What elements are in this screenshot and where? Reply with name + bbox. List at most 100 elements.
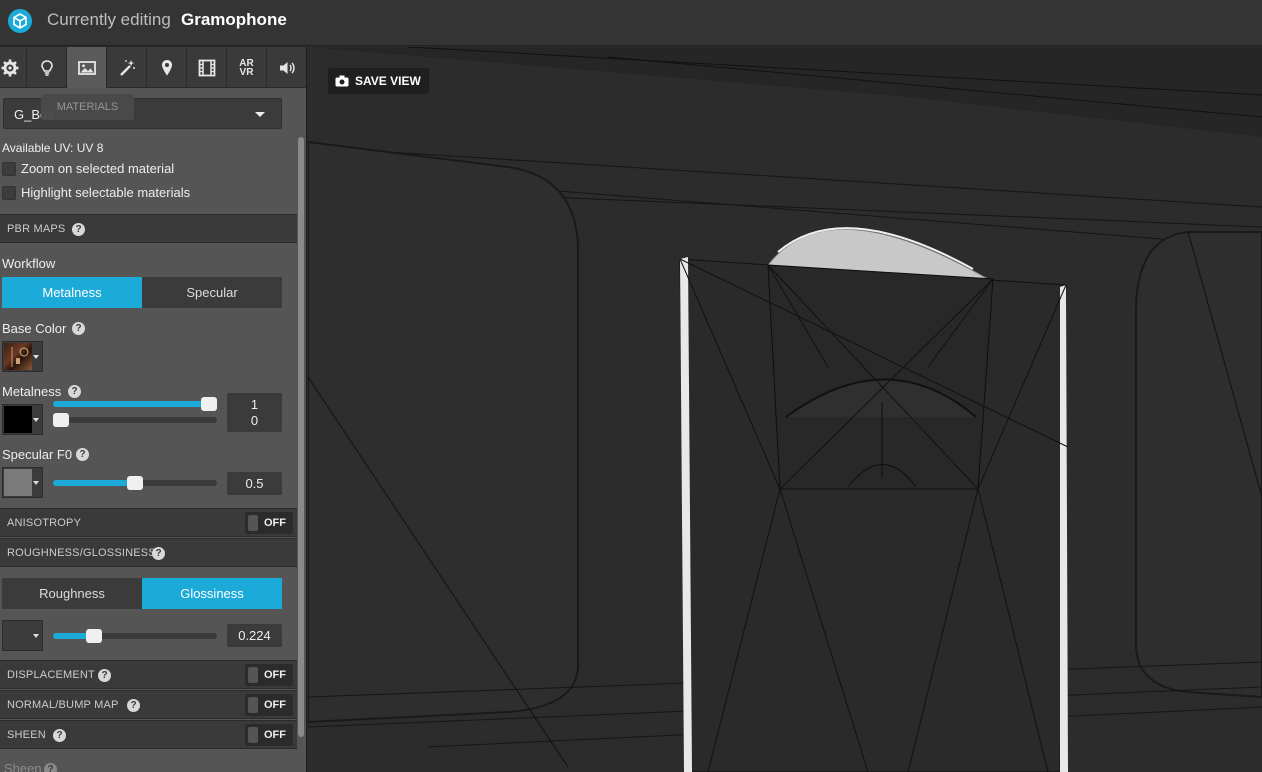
toggle-state: OFF — [264, 699, 286, 711]
lightbulb-icon — [40, 59, 53, 76]
dropdown-caret-icon — [33, 418, 39, 422]
camera-icon — [335, 75, 349, 87]
normal-bump-label: NORMAL/BUMP MAP — [7, 699, 119, 711]
toggle-knob — [248, 727, 258, 743]
metalness-slider-handle[interactable] — [53, 413, 69, 427]
chevron-down-icon — [255, 112, 265, 117]
tab-lighting[interactable] — [27, 47, 67, 88]
magic-wand-icon — [119, 59, 135, 76]
workflow-specular-button[interactable]: Specular — [142, 277, 282, 308]
roughness-button[interactable]: Roughness — [2, 578, 142, 609]
sheen-label: SHEEN — [7, 729, 46, 741]
specular-f0-swatch[interactable] — [2, 467, 43, 498]
dropdown-caret-icon — [33, 481, 39, 485]
sidebar-scrollbar[interactable] — [298, 137, 304, 737]
roughness-glossiness-section[interactable]: ROUGHNESS/GLOSSINESS ? — [0, 538, 297, 567]
editor-tabs: AR VR — [0, 47, 306, 88]
help-icon[interactable]: ? — [53, 729, 66, 742]
base-color-slider-handle[interactable] — [201, 397, 217, 411]
sheen-section[interactable]: SHEEN ? OFF — [0, 720, 297, 749]
tab-settings[interactable] — [0, 47, 27, 88]
save-view-label: SAVE VIEW — [355, 74, 421, 88]
tab-ar-vr[interactable]: AR VR — [227, 47, 267, 88]
help-icon[interactable]: ? — [68, 385, 81, 398]
toggle-knob — [248, 515, 258, 531]
pbr-maps-section[interactable]: PBR MAPS ? — [0, 214, 297, 243]
metalness-swatch[interactable] — [2, 404, 43, 435]
specular-f0-slider[interactable] — [53, 476, 217, 490]
displacement-label: DISPLACEMENT — [7, 669, 95, 681]
toggle-knob — [248, 667, 258, 683]
top-bar: Currently editing Gramophone — [0, 0, 1262, 46]
app-logo-icon — [8, 9, 32, 33]
metalness-label: Metalness — [2, 384, 62, 399]
glossiness-color — [4, 622, 32, 649]
toggle-state: OFF — [264, 517, 286, 529]
roughness-glossiness-label: ROUGHNESS/GLOSSINESS — [7, 547, 156, 559]
tab-sound[interactable] — [267, 47, 306, 88]
save-view-button[interactable]: SAVE VIEW — [328, 68, 429, 94]
specular-f0-value[interactable]: 0.5 — [227, 472, 282, 495]
help-icon[interactable]: ? — [127, 699, 140, 712]
map-pin-icon — [161, 59, 172, 75]
tab-animation[interactable] — [187, 47, 227, 88]
anisotropy-section[interactable]: ANISOTROPY OFF — [0, 508, 297, 537]
editing-label: Currently editing — [47, 10, 171, 29]
glossiness-slider[interactable] — [53, 629, 217, 643]
toggle-state: OFF — [264, 669, 286, 681]
base-color-slider[interactable] — [53, 397, 217, 411]
tab-post-processing[interactable] — [107, 47, 147, 88]
glossiness-slider-handle[interactable] — [86, 629, 102, 643]
anisotropy-toggle[interactable]: OFF — [245, 512, 293, 534]
help-icon[interactable]: ? — [72, 322, 85, 335]
film-icon — [198, 59, 215, 76]
glossiness-swatch[interactable] — [2, 620, 43, 651]
toggle-knob — [248, 697, 258, 713]
model-name: Gramophone — [181, 10, 287, 29]
normal-bump-toggle[interactable]: OFF — [245, 694, 293, 716]
normal-bump-section[interactable]: NORMAL/BUMP MAP ? OFF — [0, 690, 297, 719]
available-uv-label: Available UV: UV 8 — [2, 141, 104, 155]
help-icon[interactable]: ? — [152, 547, 165, 560]
specular-f0-slider-handle[interactable] — [127, 476, 143, 490]
displacement-section[interactable]: DISPLACEMENT ? OFF — [0, 660, 297, 689]
sheen-sub-label: Sheen — [4, 761, 42, 772]
base-color-swatch[interactable] — [2, 341, 43, 372]
dropdown-caret-icon — [33, 355, 39, 359]
specular-f0-color — [4, 469, 32, 496]
highlight-checkbox[interactable] — [2, 186, 16, 200]
sheen-toggle[interactable]: OFF — [245, 724, 293, 746]
model-wireframe — [308, 47, 1262, 772]
texture-thumbnail — [4, 343, 32, 370]
base-color-label: Base Color — [2, 321, 67, 336]
zoom-checkbox[interactable] — [2, 162, 16, 176]
pbr-maps-label: PBR MAPS — [7, 223, 66, 235]
workflow-label: Workflow — [2, 256, 56, 271]
ar-vr-label: AR VR — [239, 57, 254, 78]
speaker-icon — [279, 61, 295, 74]
gear-icon — [1, 59, 18, 76]
image-icon — [77, 60, 96, 75]
help-icon[interactable]: ? — [76, 448, 89, 461]
sidebar-panel: AR VR G_Box MATERIALS Available UV: UV 8 … — [0, 47, 307, 772]
help-icon[interactable]: ? — [98, 669, 111, 682]
glossiness-value[interactable]: 0.224 — [227, 624, 282, 647]
help-icon[interactable]: ? — [72, 223, 85, 236]
toggle-state: OFF — [264, 729, 286, 741]
workflow-metalness-button[interactable]: Metalness — [2, 277, 142, 308]
specular-f0-label: Specular F0 — [2, 447, 73, 462]
base-color-slider-fill — [53, 401, 209, 407]
tab-materials[interactable] — [67, 47, 107, 88]
glossiness-button[interactable]: Glossiness — [142, 578, 282, 609]
metalness-slider[interactable] — [53, 413, 217, 427]
specular-f0-slider-fill — [53, 480, 135, 486]
metalness-value[interactable]: 0 — [227, 409, 282, 432]
tab-tooltip: MATERIALS — [41, 94, 134, 120]
zoom-label: Zoom on selected material — [21, 161, 175, 176]
3d-viewport[interactable]: SAVE VIEW — [308, 47, 1262, 772]
highlight-label: Highlight selectable materials — [21, 185, 191, 200]
tab-annotations[interactable] — [147, 47, 187, 88]
dropdown-caret-icon — [33, 634, 39, 638]
displacement-toggle[interactable]: OFF — [245, 664, 293, 686]
help-icon[interactable]: ? — [44, 763, 57, 772]
